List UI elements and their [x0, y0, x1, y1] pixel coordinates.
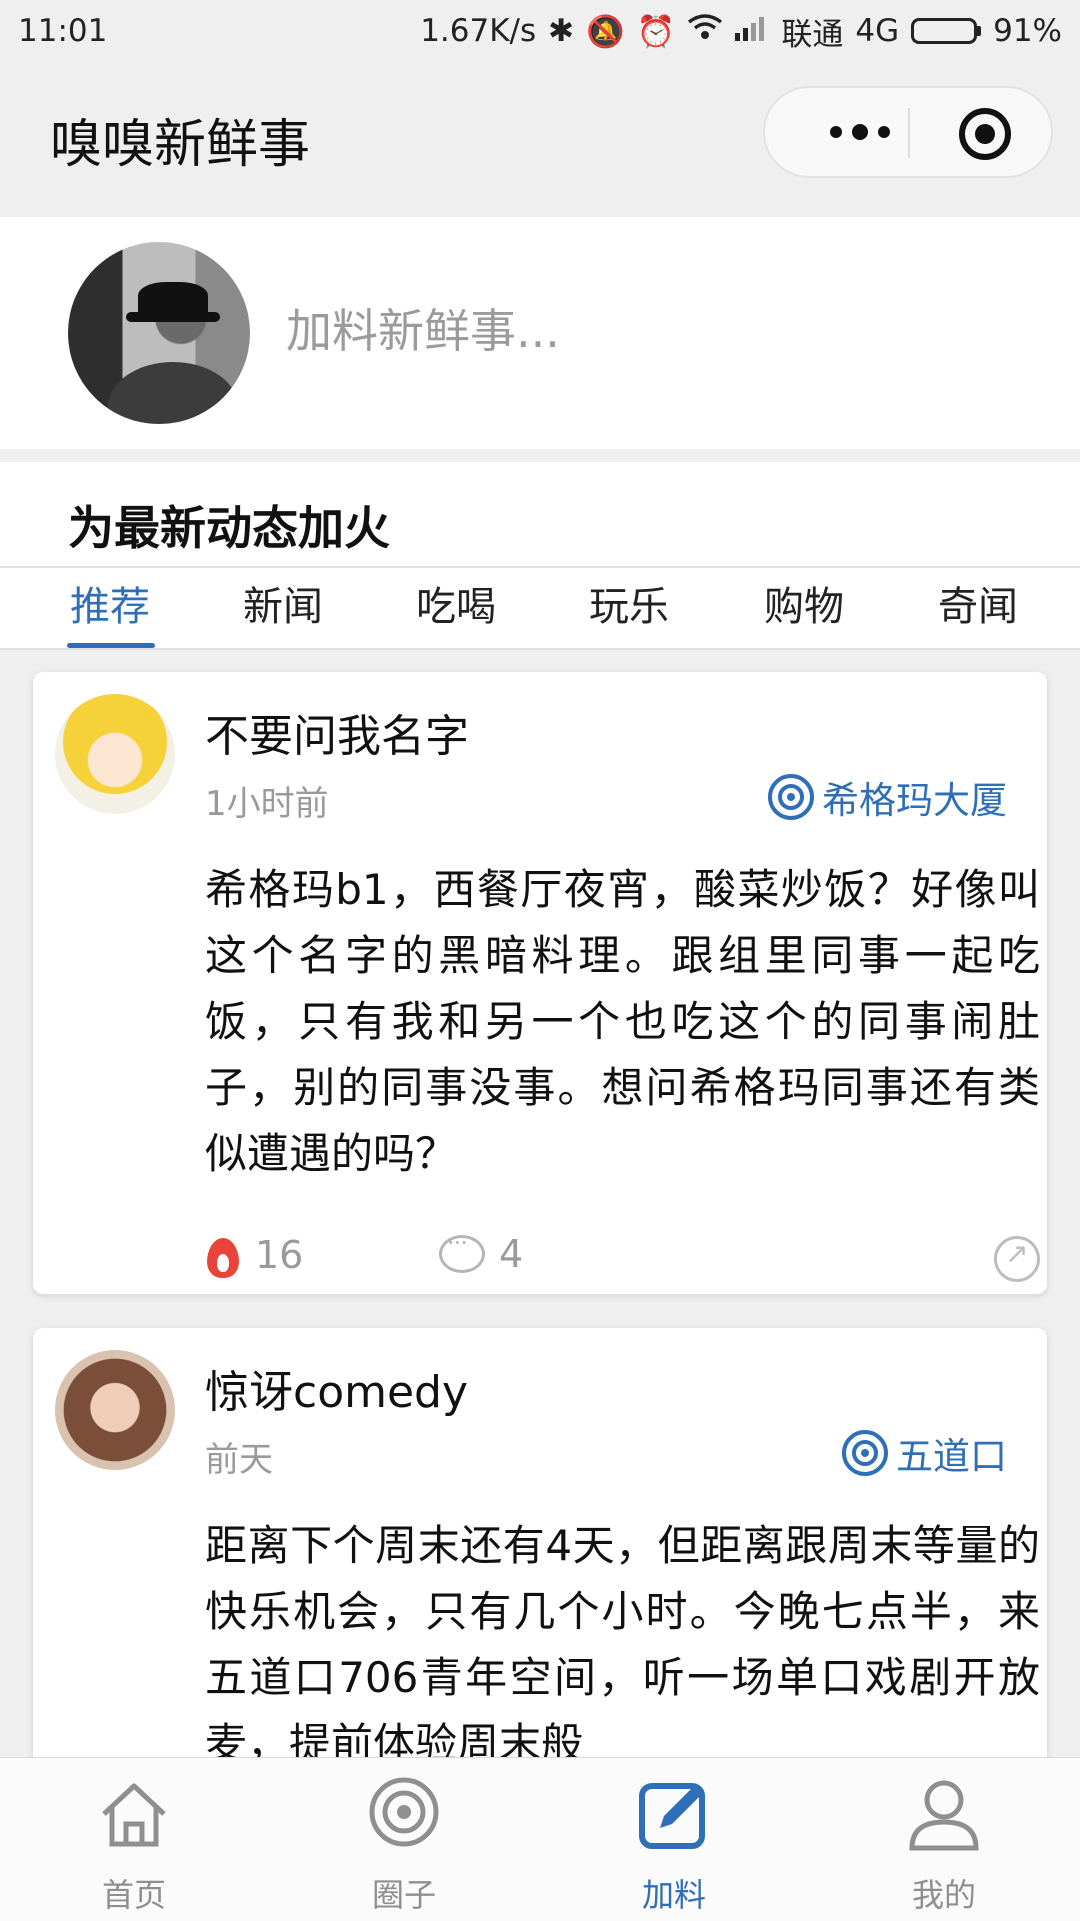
- alarm-icon: ⏰: [636, 13, 676, 50]
- status-bar: 11:01 1.67K/s ✱ 🔕 ⏰ 联通 4G 91%: [0, 0, 1080, 62]
- category-tabs: 推荐 新闻 吃喝 玩乐 购物 奇闻: [0, 566, 1080, 650]
- tabbar-item-circle[interactable]: 圈子: [304, 1758, 504, 1921]
- post-actions: 16 4: [205, 1229, 1040, 1302]
- compose-input[interactable]: 加料新鲜事...: [286, 295, 560, 361]
- user-icon: [906, 1776, 982, 1852]
- location-name: 五道口: [896, 1435, 1007, 1478]
- tabbar-item-home[interactable]: 首页: [34, 1758, 234, 1921]
- comment-icon: [439, 1229, 485, 1273]
- mute-icon: 🔕: [586, 13, 625, 50]
- app-title: 嗅嗅新鲜事: [50, 115, 311, 175]
- share-icon[interactable]: [994, 1236, 1040, 1282]
- tab-oddities[interactable]: 奇闻: [908, 568, 1048, 648]
- app-header: 嗅嗅新鲜事: [0, 62, 1080, 217]
- bottom-tab-bar: 首页 圈子 加料 我的: [0, 1757, 1080, 1921]
- location-tag[interactable]: 希格玛大厦: [768, 770, 1007, 824]
- carrier: 联通: [781, 16, 844, 53]
- post-text[interactable]: 希格玛b1，西餐厅夜宵，酸菜炒饭？好像叫这个名字的黑暗料理。跟组里同事一起吃饭，…: [205, 857, 1040, 1187]
- close-target-icon[interactable]: [959, 108, 1011, 160]
- comment-button[interactable]: 4: [439, 1229, 524, 1276]
- feed-section: 为最新动态加火 推荐 新闻 吃喝 玩乐 购物 奇闻: [0, 462, 1080, 650]
- section-title: 为最新动态加火: [68, 501, 390, 555]
- feed-card[interactable]: 惊讶comedy 前天 五道口 距离下个周末还有4天，但距离跟周末等量的快乐机会…: [33, 1328, 1047, 1828]
- tab-shopping[interactable]: 购物: [734, 568, 874, 648]
- tabbar-label: 我的: [911, 1876, 976, 1914]
- tab-news[interactable]: 新闻: [213, 568, 353, 648]
- fire-button[interactable]: 16: [205, 1232, 303, 1278]
- mini-program-capsule: [763, 86, 1053, 178]
- post-time: 1小时前: [205, 784, 329, 824]
- user-avatar[interactable]: [55, 1350, 175, 1470]
- feed-card[interactable]: 不要问我名字 1小时前 希格玛大厦 希格玛b1，西餐厅夜宵，酸菜炒饭？好像叫这个…: [33, 672, 1047, 1294]
- location-icon: [842, 1430, 888, 1476]
- more-icon[interactable]: [805, 88, 915, 176]
- user-avatar[interactable]: [55, 694, 175, 814]
- location-name: 希格玛大厦: [822, 779, 1007, 822]
- bluetooth-icon: ✱: [548, 13, 575, 49]
- battery-icon: [911, 18, 982, 44]
- net-speed: 1.67K/s: [420, 13, 537, 49]
- battery-percent: 91%: [993, 13, 1062, 49]
- circle-icon: [366, 1776, 442, 1852]
- avatar[interactable]: [68, 242, 250, 424]
- fire-icon: [205, 1232, 241, 1278]
- tab-fun[interactable]: 玩乐: [559, 568, 699, 648]
- user-name[interactable]: 不要问我名字: [205, 700, 469, 764]
- tab-food[interactable]: 吃喝: [386, 568, 526, 648]
- tabbar-item-me[interactable]: 我的: [844, 1758, 1044, 1921]
- location-icon: [768, 774, 814, 820]
- status-time: 11:01: [18, 13, 108, 49]
- signal-icon: [735, 13, 769, 49]
- edit-icon: [636, 1776, 712, 1852]
- capsule-divider: [908, 108, 910, 158]
- status-indicators: 1.67K/s ✱ 🔕 ⏰ 联通 4G 91%: [420, 9, 1062, 54]
- post-time: 前天: [205, 1440, 273, 1480]
- network-type: 4G: [855, 13, 900, 49]
- home-icon: [96, 1776, 172, 1852]
- tabbar-label: 圈子: [371, 1876, 436, 1914]
- user-name[interactable]: 惊讶comedy: [205, 1356, 468, 1420]
- tabbar-label: 首页: [101, 1876, 166, 1914]
- tabbar-item-post[interactable]: 加料: [574, 1758, 774, 1921]
- post-text[interactable]: 距离下个周末还有4天，但距离跟周末等量的快乐机会，只有几个小时。今晚七点半，来五…: [205, 1513, 1040, 1777]
- comment-count: 4: [499, 1232, 524, 1276]
- fire-count: 16: [255, 1233, 304, 1277]
- location-tag[interactable]: 五道口: [842, 1426, 1007, 1480]
- compose-bar[interactable]: 加料新鲜事...: [0, 217, 1080, 449]
- tabbar-label: 加料: [641, 1876, 706, 1914]
- wifi-icon: [687, 13, 723, 49]
- tab-recommend[interactable]: 推荐: [40, 568, 180, 648]
